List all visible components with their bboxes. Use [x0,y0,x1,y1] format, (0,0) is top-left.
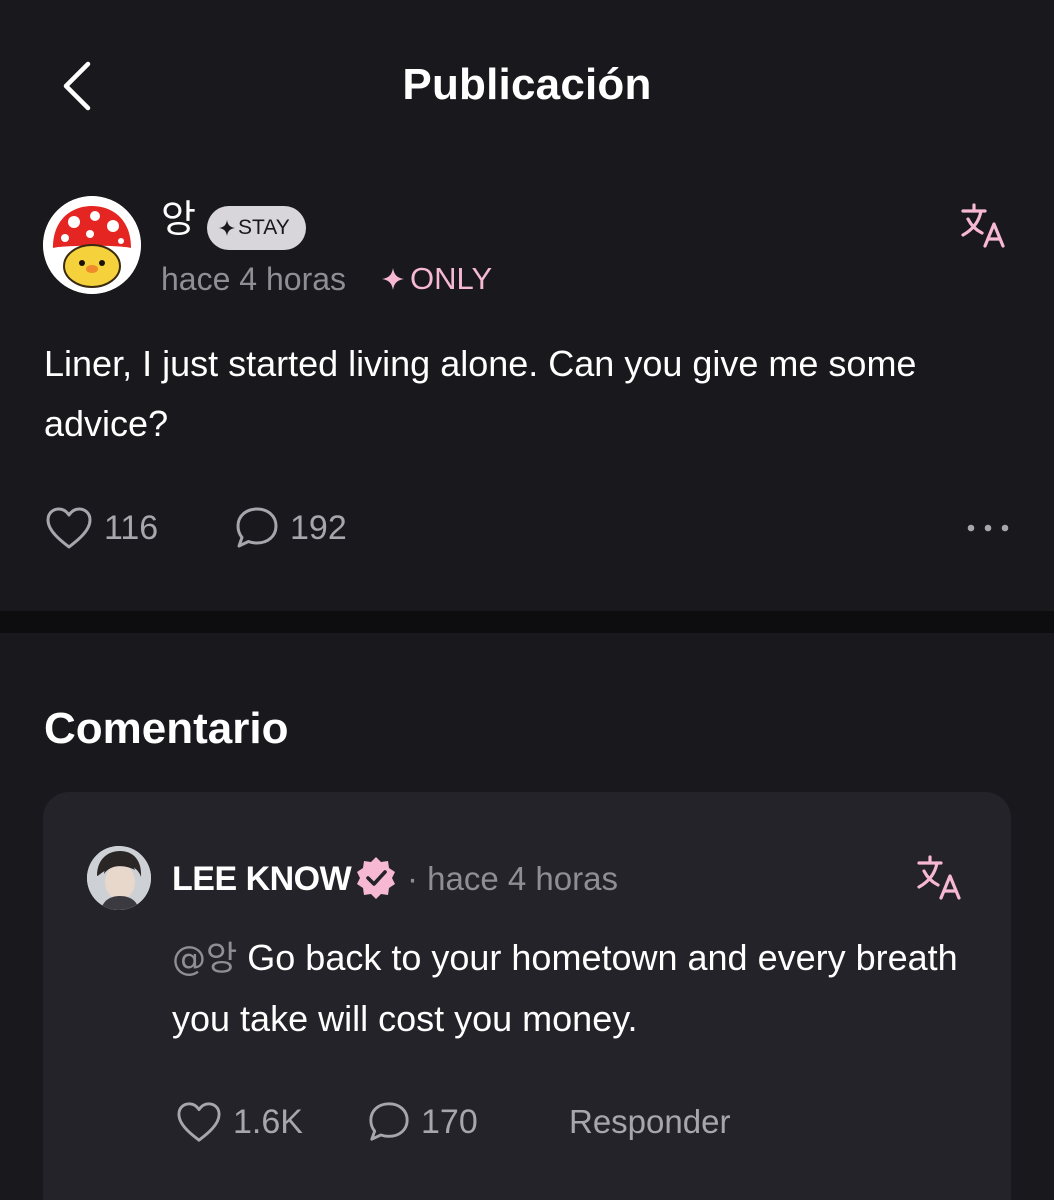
post-detail-screen: Publicación 앙 STAY hace 4 horas ONLY Lin… [0,0,1054,1200]
post-timestamp: hace 4 horas [161,261,347,297]
comment-like-count: 1.6K [233,1102,303,1141]
top-bar: Publicación [0,0,1054,170]
heart-icon [46,507,92,549]
comment-actions-bar: 1.6K 170 Responder [175,1092,875,1152]
post-more-button[interactable] [950,498,1010,558]
comment-like-button[interactable]: 1.6K [175,1092,303,1152]
comment-reply-count: 170 [421,1102,478,1141]
translate-post-button[interactable] [960,202,1008,250]
translate-comment-button[interactable] [916,854,964,902]
sparkle-icon [382,268,404,290]
more-horizontal-icon [967,524,1009,532]
mushroom-chick-avatar-image [43,196,141,294]
sparkle-icon [219,220,235,236]
post-text: Liner, I just started living alone. Can … [44,343,917,444]
comments-heading: Comentario [44,704,289,753]
only-badge-label: ONLY [410,261,493,296]
comment-text: @앙 Go back to your hometown and every br… [172,928,962,1049]
comment-timestamp: · hace 4 horas [407,860,618,897]
comment-body: Go back to your hometown and every breat… [172,937,958,1039]
speech-bubble-icon [369,1102,409,1141]
translate-icon [961,203,1005,248]
post-like-count: 116 [104,508,159,547]
speech-bubble-icon [236,507,278,548]
comment-replies-button[interactable]: 170 [367,1092,478,1152]
comment-card: LEE KNOW · hace 4 horas @앙 Go back to yo… [43,792,1011,1200]
profile-photo-image [87,846,151,910]
reply-button[interactable]: Responder [569,1092,730,1152]
post-author-avatar[interactable] [43,196,141,294]
post-comment-count: 192 [290,508,347,547]
comment-author-name[interactable]: LEE KNOW [172,860,352,899]
comment-mention[interactable]: @앙 [172,939,237,979]
translate-icon [917,855,961,900]
section-divider [0,611,1054,633]
fan-badge: STAY [207,206,306,250]
post-actions-bar: 116 192 [44,498,1010,558]
verified-badge-icon [353,855,399,901]
only-badge: ONLY [382,260,492,298]
comment-author-avatar[interactable] [87,846,151,910]
page-title: Publicación [402,60,652,109]
heart-icon [177,1102,221,1142]
post-author-name[interactable]: 앙 [161,200,196,238]
post-comment-button[interactable]: 192 [234,498,347,558]
fan-badge-label: STAY [238,216,290,239]
post-like-button[interactable]: 116 [44,498,158,558]
